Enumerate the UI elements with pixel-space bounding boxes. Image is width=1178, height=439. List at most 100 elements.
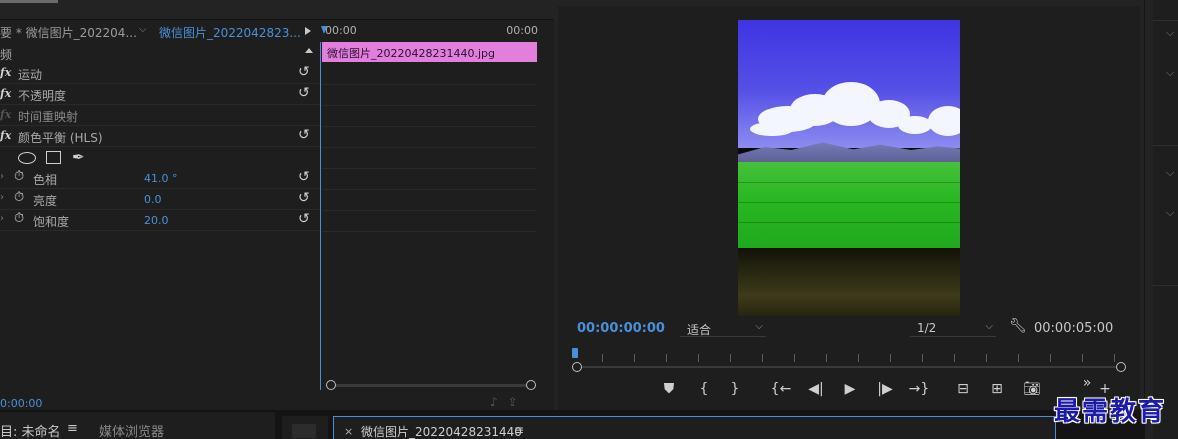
property-value[interactable]: 0.0 [144,193,162,206]
property-name: 色相 [33,173,58,187]
tab-media-browser[interactable]: 媒体浏览器 [99,421,164,439]
bottom-panels [0,410,1144,439]
rectangle-mask-icon[interactable] [46,151,61,164]
ruler-start-time: 00:00 [325,24,357,37]
ellipse-mask-icon[interactable] [18,152,36,164]
mini-timeline-scrollbar[interactable] [326,380,536,390]
go-to-in-icon[interactable]: {← [770,381,792,397]
section-label: 频 [0,48,13,62]
export-frame-icon[interactable]: 📷︎ [1021,381,1043,397]
active-tab-indicator [0,0,58,3]
chevron-down-icon[interactable]: ⌵ [1166,206,1174,220]
master-clip-label[interactable]: 要 * 微信图片_202204... [0,24,137,41]
tool-button[interactable] [292,424,316,438]
active-clip-label[interactable]: 微信图片_2022042823... [159,24,301,41]
effect-controls-panel: 要 * 微信图片_202204... ⌵ 微信图片_2022042823... … [0,0,554,410]
step-back-icon[interactable]: ◀| [805,381,827,397]
twirl-icon[interactable]: › [0,192,4,203]
step-forward-icon[interactable]: |▶ [874,381,896,397]
chevron-down-icon[interactable]: ⌵ [1166,26,1174,40]
playhead-timecode[interactable]: 00:00:00:00 [577,321,665,336]
zoom-fit-value: 适合 [687,323,712,337]
video-preview[interactable] [738,20,960,316]
duration-timecode: 00:00:05:00 [1034,321,1114,336]
collapse-up-icon[interactable] [305,48,313,53]
scroll-track[interactable] [332,384,530,387]
property-row-lightness[interactable]: › ⏱ 亮度 0.0 ↺ [0,189,320,210]
fx-icon[interactable]: fx [0,66,11,79]
property-value[interactable]: 20.0 [144,214,169,227]
reset-icon[interactable]: ↺ [298,64,310,80]
playhead-icon[interactable] [572,348,578,358]
chevron-down-icon: ⌵ [985,321,993,332]
play-icon[interactable]: ▶ [839,381,861,397]
zoom-handle-left[interactable] [572,362,582,372]
tools-panel [282,416,328,439]
property-row-saturation[interactable]: › ⏱ 饱和度 20.0 ↺ [0,210,320,231]
reset-icon[interactable]: ↺ [298,169,310,185]
watermark-logo: 最需教育 [1054,397,1167,427]
effect-row-opacity[interactable]: fx 不透明度 ↺ [0,84,320,105]
fx-icon[interactable]: fx [0,87,11,100]
mark-in-icon[interactable]: { [693,381,715,397]
fx-icon: fx [0,108,12,121]
zoom-handle-right[interactable] [1116,362,1126,372]
close-icon[interactable]: × [344,425,353,438]
panel-menu-icon[interactable]: ≡ [67,421,78,436]
reset-icon[interactable]: ↺ [298,85,310,101]
chevron-down-icon[interactable]: ⌵ [1166,166,1174,180]
panel-tab-strip [0,0,554,20]
play-icon[interactable] [305,27,311,35]
effect-label: 时间重映射 [18,110,79,124]
chevron-down-icon: ⌵ [755,321,763,332]
tab-project[interactable]: 目: 未命名 [0,421,61,439]
add-marker-icon[interactable]: ⛊ [658,381,680,397]
property-name: 饱和度 [33,215,70,229]
scroll-handle-right[interactable] [526,380,536,390]
effect-label: 运动 [18,68,43,82]
effect-row-motion[interactable]: fx 运动 ↺ [0,63,320,84]
audio-export-icons[interactable]: ♪⇪ [490,395,528,409]
preview-field [738,162,960,250]
ruler-track[interactable] [577,366,1121,368]
twirl-icon[interactable]: › [0,171,4,182]
go-to-out-icon[interactable]: →} [908,381,930,397]
ruler-end-time: 00:00 [506,24,538,37]
panel-menu-icon[interactable]: ≡ [514,423,524,437]
chevron-down-icon[interactable]: ⌵ [139,24,147,35]
mini-timeline-clip[interactable]: 微信图片_20220428231440.jpg [322,42,537,62]
scroll-handle-left[interactable] [326,380,336,390]
lift-icon[interactable]: ⊟ [952,381,974,397]
program-monitor: 00:00:00:00 适合 ⌵ 1/2 ⌵ 🔧︎ 00:00:05:00 ⛊ … [558,0,1140,410]
effect-label: 不透明度 [18,89,67,103]
mini-timeline-ruler[interactable]: 00:00 00:00 [321,22,538,40]
reset-icon[interactable]: ↺ [298,127,310,143]
zoom-fit-select[interactable]: 适合 ⌵ [680,319,766,337]
preview-dark-band [738,248,960,316]
property-value[interactable]: 41.0 ° [144,172,178,185]
stopwatch-icon[interactable]: ⏱ [14,169,24,184]
stopwatch-icon[interactable]: ⏱ [14,190,24,205]
effect-controls-timecode[interactable]: 0:00:00 [0,397,42,410]
tab-sequence[interactable]: 微信图片_20220428231440 [361,423,522,439]
pen-mask-icon[interactable]: ✒ [72,148,85,166]
stopwatch-icon[interactable]: ⏱ [14,211,24,226]
program-time-ruler[interactable] [572,346,1126,376]
resolution-value: 1/2 [917,321,937,335]
resolution-select[interactable]: 1/2 ⌵ [910,319,996,337]
effect-row-color-balance[interactable]: fx 颜色平衡 (HLS) ↺ [0,126,320,147]
right-panel-strip: ⌵ ⌵ ⌵ ⌵ [1144,0,1178,439]
fx-icon[interactable]: fx [0,129,11,142]
reset-icon[interactable]: ↺ [298,190,310,206]
twirl-icon[interactable]: › [0,213,4,224]
mark-out-icon[interactable]: } [724,381,746,397]
chevron-down-icon[interactable]: ⌵ [1166,66,1174,80]
effect-row-time-remap[interactable]: fx 时间重映射 [0,105,320,126]
video-effects-header[interactable]: 频 [0,44,320,62]
reset-icon[interactable]: ↺ [298,211,310,227]
playhead-icon[interactable] [321,26,327,34]
extract-icon[interactable]: ⊞ [986,381,1008,397]
wrench-icon[interactable]: 🔧︎ [1009,318,1027,334]
property-row-hue[interactable]: › ⏱ 色相 41.0 ° ↺ [0,168,320,189]
effect-label: 颜色平衡 (HLS) [18,131,103,145]
